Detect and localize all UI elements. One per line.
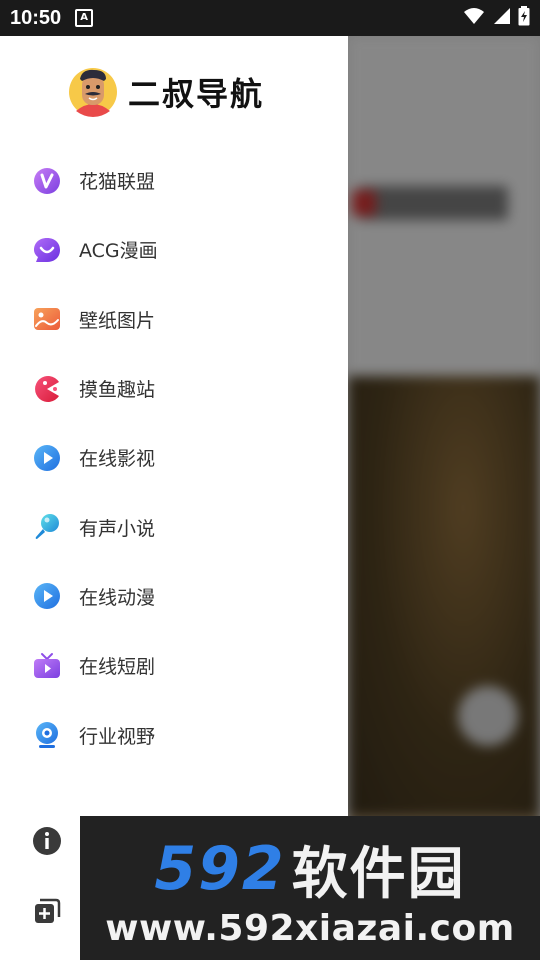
menu-item-label: 在线短剧 [79, 656, 156, 679]
watermark-name: 软件园 [291, 841, 466, 907]
tv-icon [33, 652, 61, 680]
signal-icon [492, 7, 510, 29]
app-title: 二叔导航 [128, 75, 265, 113]
watermark-banner: 592 软件园 www.592xiazai.com [80, 816, 540, 960]
menu-item-wallpaper[interactable]: 壁纸图片 [0, 285, 348, 354]
microphone-icon [33, 513, 61, 541]
play-circle-icon [33, 582, 61, 610]
menu-item-label: 有声小说 [79, 517, 156, 540]
watermark-url: www.592xiazai.com [105, 908, 515, 949]
smile-bubble-icon [33, 236, 61, 264]
add-copy-icon[interactable] [32, 896, 62, 926]
play-circle-icon [33, 444, 61, 472]
drawer-header: 二叔导航 [68, 64, 264, 120]
menu-item-industry[interactable]: 行业视野 [0, 700, 348, 769]
webcam-icon [33, 721, 61, 749]
menu-item-acg[interactable]: ACG漫画 [0, 215, 348, 284]
v-badge-icon [33, 167, 61, 195]
menu-item-label: 壁纸图片 [79, 309, 156, 332]
wifi-icon [464, 7, 484, 29]
notification-a-icon: A [75, 9, 94, 27]
watermark-logo: 592 软件园 [90, 834, 530, 907]
watermark-number: 592 [154, 834, 286, 904]
menu-item-anime[interactable]: 在线动漫 [0, 562, 348, 631]
menu-item-label: 行业视野 [79, 725, 156, 748]
menu-item-label: 在线动漫 [79, 586, 156, 609]
menu-item-movies[interactable]: 在线影视 [0, 423, 348, 492]
pacman-icon [33, 375, 61, 403]
menu-item-label: ACG漫画 [79, 240, 158, 263]
status-icons [464, 6, 530, 30]
menu-item-label: 花猫联盟 [79, 171, 156, 194]
menu-item-moyu[interactable]: 摸鱼趣站 [0, 354, 348, 423]
app-screen: 10:50 A 二叔导航 花猫联盟 ACG漫画 壁纸图片 摸鱼趣站 在线影视 有… [0, 0, 540, 960]
menu-item-shortdrama[interactable]: 在线短剧 [0, 631, 348, 700]
menu-item-label: 摸鱼趣站 [79, 379, 156, 402]
drawer-menu: 花猫联盟 ACG漫画 壁纸图片 摸鱼趣站 在线影视 有声小说 在线动漫 在线短剧… [0, 146, 348, 770]
menu-item-huamao[interactable]: 花猫联盟 [0, 146, 348, 215]
info-icon[interactable] [32, 826, 62, 856]
avatar [68, 67, 118, 117]
menu-item-audiobook[interactable]: 有声小说 [0, 492, 348, 561]
status-bar: 10:50 A [0, 0, 540, 36]
status-time: 10:50 [10, 6, 62, 29]
image-icon [33, 305, 61, 333]
battery-icon [518, 6, 530, 30]
menu-item-label: 在线影视 [79, 448, 156, 471]
